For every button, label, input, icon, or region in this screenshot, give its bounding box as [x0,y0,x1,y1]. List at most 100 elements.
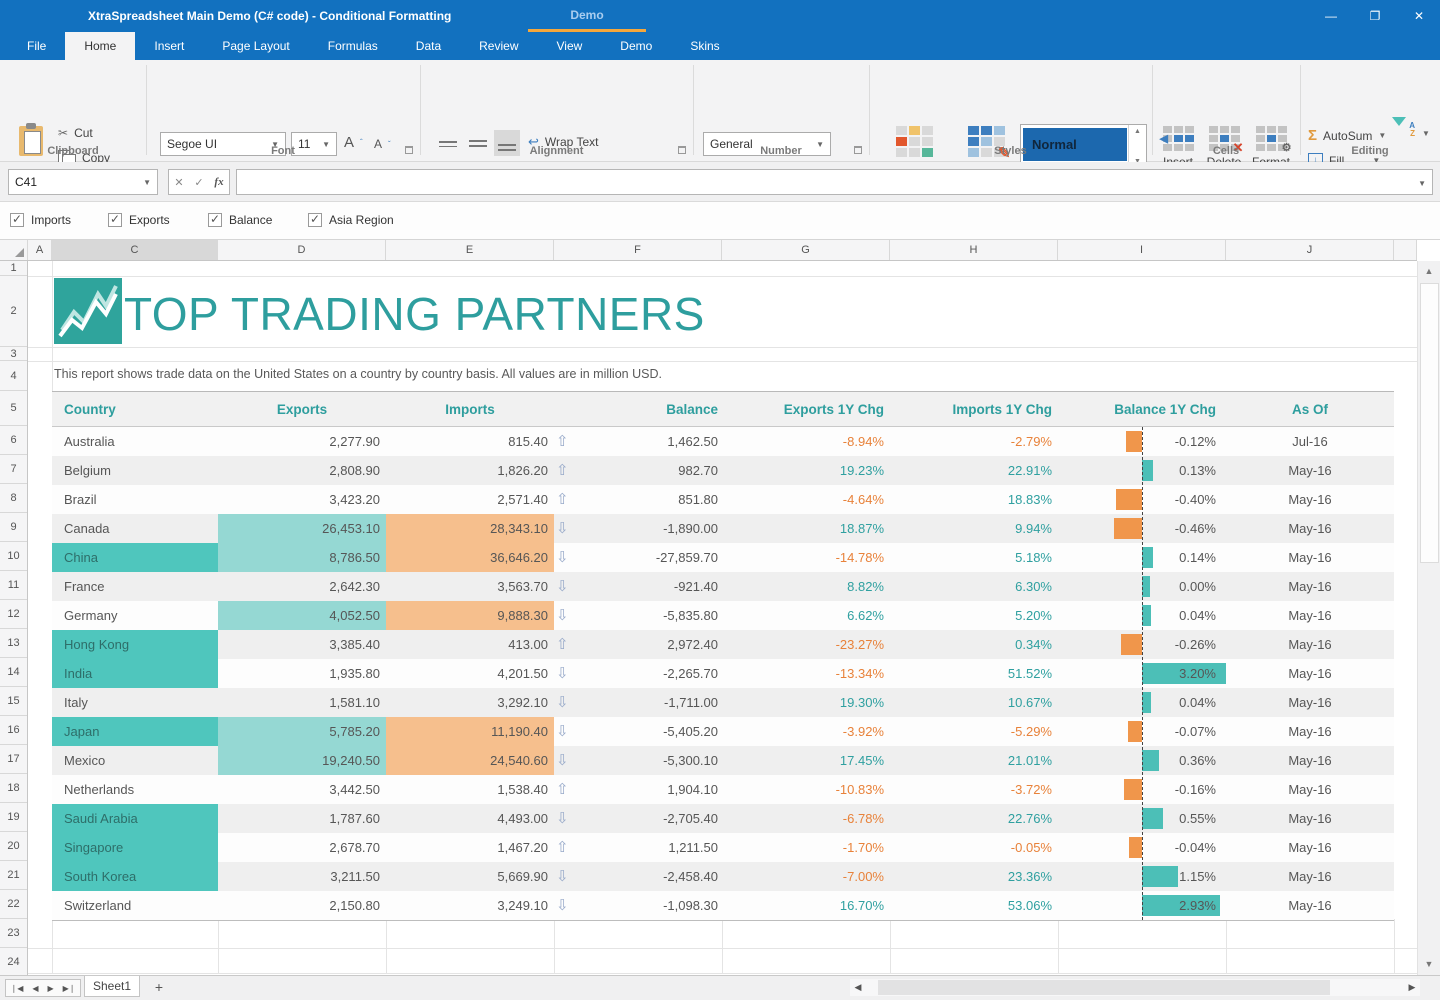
cell-as-of[interactable]: May-16 [1226,724,1394,739]
cell-as-of[interactable]: May-16 [1226,463,1394,478]
cell-as-of[interactable]: May-16 [1226,898,1394,913]
row-header-24[interactable]: 24 [0,948,27,975]
cell-imports-1y-chg[interactable]: 23.36% [890,869,1058,884]
scroll-up-icon[interactable]: ▲ [1418,261,1440,282]
cell-imports-1y-chg[interactable]: 22.76% [890,811,1058,826]
cut-button[interactable]: ✂Cut [58,126,93,140]
cell-exports-1y-chg[interactable]: 19.23% [722,463,890,478]
sort-filter-button[interactable]: AZ▼ [1392,126,1430,140]
row-header-9[interactable]: 9 [0,513,27,542]
row-header-22[interactable]: 22 [0,890,27,919]
column-header-j[interactable]: J [1226,240,1394,260]
select-all-corner[interactable] [0,240,28,260]
cell-balance[interactable]: -1,098.30 [576,898,722,913]
cell-balance[interactable]: -5,405.20 [576,724,722,739]
column-header-i[interactable]: I [1058,240,1226,260]
cell-imports-1y-chg[interactable]: 6.30% [890,579,1058,594]
cell-exports[interactable]: 2,277.90 [218,434,386,449]
number-dialog-launcher[interactable] [854,146,862,154]
filter-checkbox-balance[interactable]: Balance [208,213,272,227]
cell-as-of[interactable]: May-16 [1226,840,1394,855]
column-header-f[interactable]: F [554,240,722,260]
cell-imports-1y-chg[interactable]: 53.06% [890,898,1058,913]
scroll-left-icon[interactable]: ◀ [850,982,866,993]
cell-balance[interactable]: -1,711.00 [576,695,722,710]
cell-exports[interactable]: 3,211.50 [218,869,386,884]
insert-function-icon[interactable]: fx [214,176,223,188]
checkbox-icon[interactable] [10,213,24,227]
cell-imports-1y-chg[interactable]: 9.94% [890,521,1058,536]
cell-as-of[interactable]: May-16 [1226,608,1394,623]
cell-balance[interactable]: 2,972.40 [576,637,722,652]
close-button[interactable]: ✕ [1412,9,1426,23]
row-header-10[interactable]: 10 [0,542,27,571]
cell-balance[interactable]: -921.40 [576,579,722,594]
ribbon-tab-formulas[interactable]: Formulas [309,32,397,60]
ribbon-tab-home[interactable]: Home [65,32,135,60]
ribbon-tab-data[interactable]: Data [397,32,460,60]
cell-exports-1y-chg[interactable]: 18.87% [722,521,890,536]
cell-exports-1y-chg[interactable]: -4.64% [722,492,890,507]
cell-balance[interactable]: 1,462.50 [576,434,722,449]
sheet-canvas[interactable]: TOP TRADING PARTNERS This report shows t… [28,261,1417,975]
row-header-16[interactable]: 16 [0,716,27,745]
cell-imports[interactable]: 9,888.30 [386,601,554,630]
cell-exports-1y-chg[interactable]: -3.92% [722,724,890,739]
cell-imports-1y-chg[interactable]: 10.67% [890,695,1058,710]
ribbon-tab-insert[interactable]: Insert [135,32,203,60]
cell-balance[interactable]: 1,904.10 [576,782,722,797]
filter-checkbox-exports[interactable]: Exports [108,213,170,227]
cell-imports-1y-chg[interactable]: -0.05% [890,840,1058,855]
cell-exports[interactable]: 2,642.30 [218,579,386,594]
cell-as-of[interactable]: May-16 [1226,753,1394,768]
cell-balance[interactable]: -5,835.80 [576,608,722,623]
cell-as-of[interactable]: May-16 [1226,811,1394,826]
cell-exports[interactable]: 5,785.20 [218,717,386,746]
cell-exports[interactable]: 3,423.20 [218,492,386,507]
cell-imports[interactable]: 11,190.40 [386,717,554,746]
cell-country[interactable]: South Korea [52,862,218,891]
cell-exports-1y-chg[interactable]: 8.82% [722,579,890,594]
row-header-12[interactable]: 12 [0,600,27,629]
cell-exports-1y-chg[interactable]: -8.94% [722,434,890,449]
cell-country[interactable]: China [52,543,218,572]
cell-country[interactable]: Hong Kong [52,630,218,659]
column-header-e[interactable]: E [386,240,554,260]
cell-country[interactable]: Canada [52,521,218,536]
cell-imports[interactable]: 3,563.70 [386,579,554,594]
cell-exports[interactable]: 3,385.40 [218,637,386,652]
cell-country[interactable]: Australia [52,434,218,449]
horizontal-scrollbar[interactable]: ◀ ▶ [850,979,1420,996]
cell-balance[interactable]: -2,458.40 [576,869,722,884]
filter-checkbox-asia-region[interactable]: Asia Region [308,213,394,227]
cell-as-of[interactable]: May-16 [1226,782,1394,797]
cell-exports[interactable]: 8,786.50 [218,543,386,572]
cell-imports[interactable]: 4,201.50 [386,666,554,681]
cell-balance[interactable]: -5,300.10 [576,753,722,768]
cell-as-of[interactable]: May-16 [1226,666,1394,681]
ribbon-tab-skins[interactable]: Skins [671,32,738,60]
expand-formula-bar-icon[interactable]: ▼ [1418,179,1426,188]
cell-country[interactable]: Mexico [52,753,218,768]
cell-imports[interactable]: 815.40 [386,434,554,449]
column-header-d[interactable]: D [218,240,386,260]
maximize-button[interactable]: ❐ [1368,9,1382,23]
row-header-1[interactable]: 1 [0,261,27,276]
cell-exports-1y-chg[interactable]: 17.45% [722,753,890,768]
cell-balance[interactable]: 982.70 [576,463,722,478]
cancel-entry-icon[interactable]: ✕ [174,176,183,189]
formula-input[interactable]: ▼ [236,169,1433,195]
confirm-entry-icon[interactable]: ✓ [194,176,203,189]
vertical-scroll-thumb[interactable] [1420,283,1439,563]
ribbon-tab-page-layout[interactable]: Page Layout [203,32,308,60]
cell-exports-1y-chg[interactable]: -14.78% [722,550,890,565]
add-sheet-button[interactable]: + [148,977,170,997]
cell-imports[interactable]: 3,249.10 [386,898,554,913]
column-header-h[interactable]: H [890,240,1058,260]
cell-balance[interactable]: -2,265.70 [576,666,722,681]
cell-country[interactable]: Singapore [52,833,218,862]
cell-imports[interactable]: 413.00 [386,637,554,652]
cell-balance[interactable]: -2,705.40 [576,811,722,826]
scroll-right-icon[interactable]: ▶ [1404,982,1420,993]
cell-country[interactable]: Japan [52,717,218,746]
